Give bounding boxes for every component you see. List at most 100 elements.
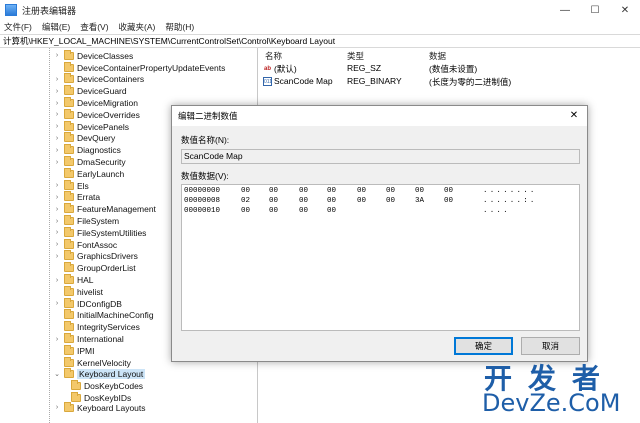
expand-chevron-icon[interactable]: ›: [53, 300, 61, 307]
tree-item[interactable]: › DeviceGuard: [53, 85, 127, 97]
hex-byte[interactable]: 00: [269, 186, 278, 196]
hex-byte[interactable]: 00: [241, 206, 250, 216]
column-header-data[interactable]: 数据: [429, 50, 446, 62]
menu-file[interactable]: 文件(F): [4, 21, 32, 33]
menu-view[interactable]: 查看(V): [80, 21, 108, 33]
tree-item[interactable]: › Diagnostics: [53, 144, 121, 156]
hex-byte[interactable]: 00: [327, 196, 336, 206]
hex-byte[interactable]: 00: [444, 186, 453, 196]
expand-chevron-icon[interactable]: ›: [53, 336, 61, 343]
tree-item[interactable]: › IDConfigDB: [53, 297, 122, 310]
tree-item[interactable]: › Els: [53, 179, 89, 192]
cancel-button[interactable]: 取消: [521, 337, 580, 355]
menu-help[interactable]: 帮助(H): [165, 21, 194, 33]
hex-byte[interactable]: 00: [327, 186, 336, 196]
expand-chevron-icon[interactable]: ›: [53, 218, 61, 225]
tree-item[interactable]: › DeviceMigration: [53, 97, 138, 109]
dialog-title: 编辑二进制数值: [172, 106, 587, 126]
expand-chevron-icon[interactable]: ›: [53, 111, 61, 118]
expand-chevron-icon[interactable]: ›: [53, 194, 61, 201]
hex-byte[interactable]: 00: [357, 196, 366, 206]
menu-edit[interactable]: 编辑(E): [42, 21, 70, 33]
expand-chevron-icon[interactable]: ›: [53, 229, 61, 236]
hex-row[interactable]: 00000010 00 00 00 00....: [184, 206, 579, 216]
tree-item-label: EarlyLaunch: [77, 168, 125, 179]
tree-item[interactable]: KernelVelocity: [53, 356, 131, 369]
tree-item[interactable]: IPMI: [53, 344, 94, 357]
hex-byte[interactable]: 00: [386, 196, 395, 206]
expand-chevron-icon[interactable]: ›: [53, 123, 61, 130]
expand-chevron-icon[interactable]: ›: [53, 159, 61, 166]
folder-icon: [64, 203, 74, 214]
expand-chevron-icon[interactable]: ›: [53, 100, 61, 107]
ok-button[interactable]: 确定: [454, 337, 513, 355]
tree-item-label: FileSystemUtilities: [77, 227, 147, 238]
folder-icon: [64, 61, 74, 72]
tree-item[interactable]: IntegrityServices: [53, 321, 140, 333]
expand-chevron-icon[interactable]: ›: [53, 253, 61, 260]
hex-byte[interactable]: 02: [241, 196, 250, 206]
tree-item[interactable]: hivelist: [53, 285, 103, 298]
hex-byte[interactable]: 00: [269, 196, 278, 206]
expand-chevron-icon[interactable]: ›: [53, 206, 61, 213]
maximize-button[interactable]: ☐: [580, 0, 610, 20]
expand-chevron-icon[interactable]: ›: [53, 76, 61, 83]
hex-byte[interactable]: 00: [444, 196, 453, 206]
expand-chevron-icon[interactable]: ›: [53, 182, 61, 189]
hex-byte[interactable]: 00: [299, 186, 308, 196]
tree-item[interactable]: ⌄ Keyboard Layout: [53, 368, 146, 381]
tree-item[interactable]: GroupOrderList: [53, 262, 136, 274]
expand-chevron-icon[interactable]: ›: [53, 404, 61, 411]
hex-editor[interactable]: 00000000 00 00 00 00 00 00 00 00........ 00000008…: [181, 184, 580, 331]
hex-byte[interactable]: 00: [241, 186, 250, 196]
tree-item-label: International: [77, 334, 124, 345]
tree-item[interactable]: › FileSystem: [53, 215, 119, 227]
tree-item[interactable]: › Keyboard Layouts: [53, 401, 146, 414]
tree-item[interactable]: › DmaSecurity: [53, 156, 126, 168]
tree-item[interactable]: › DevicePanels: [53, 120, 129, 133]
tree-item[interactable]: › DeviceContainers: [53, 73, 144, 86]
hex-byte[interactable]: 00: [386, 186, 395, 196]
tree-item[interactable]: › International: [53, 333, 124, 345]
value-row[interactable]: ab (默认) REG_SZ (数值未设置): [259, 63, 640, 75]
value-row[interactable]: 011 ScanCode Map REG_BINARY (长度为零的二进制值): [259, 76, 640, 88]
tree-item[interactable]: › HAL: [53, 274, 94, 286]
address-bar[interactable]: 计算机\HKEY_LOCAL_MACHINE\SYSTEM\CurrentCon…: [0, 34, 640, 48]
tree-item-label: DosKeybCodes: [84, 381, 144, 392]
column-header-name[interactable]: 名称: [265, 50, 282, 62]
hex-row[interactable]: 00000000 00 00 00 00 00 00 00 00........: [184, 186, 579, 196]
expand-chevron-icon[interactable]: ›: [53, 135, 61, 142]
expand-chevron-icon[interactable]: ›: [53, 241, 61, 248]
menu-favorites[interactable]: 收藏夹(A): [119, 21, 156, 33]
expand-chevron-icon[interactable]: ›: [53, 147, 61, 154]
hex-byte[interactable]: 00: [327, 206, 336, 216]
hex-byte[interactable]: 3A: [415, 196, 424, 206]
tree-item[interactable]: InitialMachineConfig: [53, 309, 154, 322]
tree-item[interactable]: › FeatureManagement: [53, 203, 156, 215]
hex-byte[interactable]: 00: [299, 206, 308, 216]
tree-item[interactable]: EarlyLaunch: [53, 167, 125, 180]
expand-chevron-icon[interactable]: ›: [53, 52, 61, 59]
tree-item[interactable]: › Errata: [53, 191, 100, 204]
close-button[interactable]: ✕: [610, 0, 640, 20]
tree-item[interactable]: › FileSystemUtilities: [53, 226, 147, 239]
tree-item[interactable]: DosKeybCodes: [68, 380, 143, 392]
column-header-type[interactable]: 类型: [347, 50, 364, 62]
tree-item[interactable]: › DeviceClasses: [53, 49, 133, 62]
tree-item[interactable]: DeviceContainerPropertyUpdateEvents: [53, 61, 225, 74]
minimize-button[interactable]: —: [550, 0, 580, 20]
hex-byte[interactable]: 00: [357, 186, 366, 196]
hex-byte[interactable]: 00: [299, 196, 308, 206]
hex-row[interactable]: 00000008 02 00 00 00 00 00 3A 00......:.: [184, 196, 579, 206]
hex-byte[interactable]: 00: [415, 186, 424, 196]
expand-chevron-icon[interactable]: ›: [53, 277, 61, 284]
expand-chevron-icon[interactable]: ⌄: [53, 370, 61, 378]
hex-byte[interactable]: 00: [269, 206, 278, 216]
dialog-close-icon[interactable]: ✕: [567, 106, 581, 126]
expand-chevron-icon[interactable]: ›: [53, 88, 61, 95]
folder-icon: [64, 156, 74, 167]
tree-item[interactable]: › DevQuery: [53, 132, 115, 145]
tree-item[interactable]: › FontAssoc: [53, 238, 117, 251]
tree-item[interactable]: › DeviceOverrides: [53, 108, 140, 121]
tree-item[interactable]: › GraphicsDrivers: [53, 250, 138, 263]
